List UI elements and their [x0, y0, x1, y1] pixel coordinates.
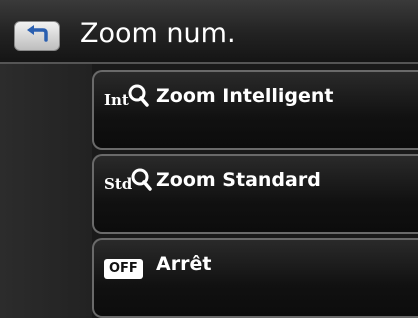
- icon-abbr: Int: [104, 91, 129, 109]
- intelligent-zoom-icon: Int: [104, 82, 149, 108]
- menu-item-label: Zoom Standard: [156, 169, 321, 191]
- magnifier-icon: [131, 168, 152, 191]
- menu-item-arret[interactable]: OFF Arrêt: [92, 238, 418, 318]
- title-bar: Zoom num.: [0, 0, 418, 64]
- standard-zoom-icon: Std: [104, 166, 152, 192]
- back-arrow-icon: [22, 24, 52, 48]
- left-panel: [0, 64, 92, 318]
- magnifier-icon: [128, 84, 149, 107]
- back-button[interactable]: [14, 21, 60, 51]
- icon-abbr: Std: [104, 175, 133, 193]
- off-icon: OFF: [104, 253, 143, 279]
- page-title: Zoom num.: [80, 18, 236, 49]
- menu-item-zoom-intelligent[interactable]: Int Zoom Intelligent: [92, 70, 418, 150]
- off-badge-icon: OFF: [104, 259, 143, 279]
- menu-item-label: Arrêt: [156, 253, 212, 275]
- menu-item-zoom-standard[interactable]: Std Zoom Standard: [92, 154, 418, 234]
- menu-item-label: Zoom Intelligent: [156, 85, 334, 107]
